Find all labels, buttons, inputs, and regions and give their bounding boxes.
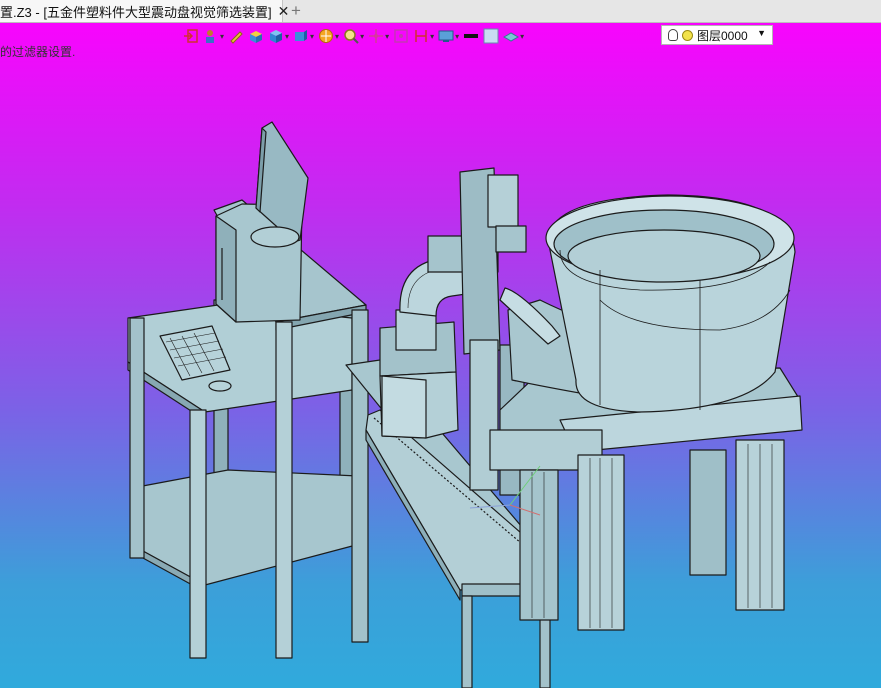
move-dropdown[interactable]: ▾ xyxy=(368,26,389,46)
layer-name: 图层0000 xyxy=(697,28,748,43)
fill-color-button[interactable] xyxy=(483,26,499,46)
dimension-icon xyxy=(415,30,427,42)
chevron-down-icon: ▾ xyxy=(385,31,390,41)
line-color-swatch xyxy=(464,34,479,38)
floating-toolbar: ▾ ▾ ▾ ▾ ▾ ▾ ▾ ▾ ▾ xyxy=(183,25,528,47)
cube-icon xyxy=(270,30,283,43)
chevron-down-icon: ▾ xyxy=(360,31,365,41)
chevron-down-icon: ▾ xyxy=(310,31,315,41)
zoom-dropdown[interactable]: ▾ xyxy=(343,26,364,46)
user-icon xyxy=(206,30,214,43)
lightbulb-icon[interactable] xyxy=(668,29,678,41)
status-hint-text: 的过滤器设置. xyxy=(0,45,76,59)
render-dropdown[interactable]: ▾ xyxy=(318,26,339,46)
exit-sketch-button[interactable] xyxy=(183,26,199,46)
exit-sketch-icon xyxy=(184,29,198,43)
user-dropdown[interactable]: ▾ xyxy=(203,26,224,46)
material-box-button[interactable] xyxy=(248,26,264,46)
move-axis-icon xyxy=(369,29,384,43)
dimension-dropdown[interactable]: ▾ xyxy=(413,26,434,46)
document-tab-title: 置.Z3 - [五金件塑料件大型震动盘视觉筛选装置] xyxy=(0,4,272,20)
pencil-icon xyxy=(230,31,243,44)
display-dropdown[interactable]: ▾ xyxy=(438,26,459,46)
chevron-down-icon: ▾ xyxy=(285,31,290,41)
display-icon xyxy=(438,30,454,42)
chevron-down-icon: ▾ xyxy=(335,31,340,41)
document-tab-bar: 置.Z3 - [五金件塑料件大型震动盘视觉筛选装置] ✕ + xyxy=(0,0,881,23)
viewport-3d-model[interactable] xyxy=(0,0,881,688)
fit-window-icon xyxy=(394,29,408,43)
chevron-down-icon[interactable]: ▼ xyxy=(757,28,766,38)
zoom-icon xyxy=(344,29,359,44)
layer-shape-dropdown[interactable]: ▾ xyxy=(503,26,524,46)
layer-select[interactable]: 图层0000 ▼ xyxy=(661,25,773,45)
fill-color-swatch xyxy=(483,28,499,44)
chevron-down-icon: ▾ xyxy=(430,31,435,41)
cube-view-icon xyxy=(295,30,308,41)
vibration-bowl xyxy=(499,194,796,413)
chevron-down-icon: ▾ xyxy=(455,31,460,41)
render-sphere-icon xyxy=(319,29,334,43)
pencil-button[interactable] xyxy=(228,26,244,46)
document-tab[interactable]: 置.Z3 - [五金件塑料件大型震动盘视觉筛选装置] ✕ xyxy=(0,0,289,22)
line-color-button[interactable] xyxy=(463,26,479,46)
layer-shape-icon xyxy=(503,32,520,42)
box-material-icon xyxy=(250,31,263,43)
computer-desk xyxy=(127,121,369,659)
view-cube-dropdown[interactable]: ▾ xyxy=(293,26,314,46)
layer-color-dot-icon xyxy=(682,29,693,41)
fit-window-button[interactable] xyxy=(393,26,409,46)
chevron-down-icon: ▾ xyxy=(520,31,525,41)
solid-dropdown[interactable]: ▾ xyxy=(268,26,289,46)
chevron-down-icon: ▾ xyxy=(220,31,225,41)
new-tab-button[interactable]: + xyxy=(287,1,305,21)
